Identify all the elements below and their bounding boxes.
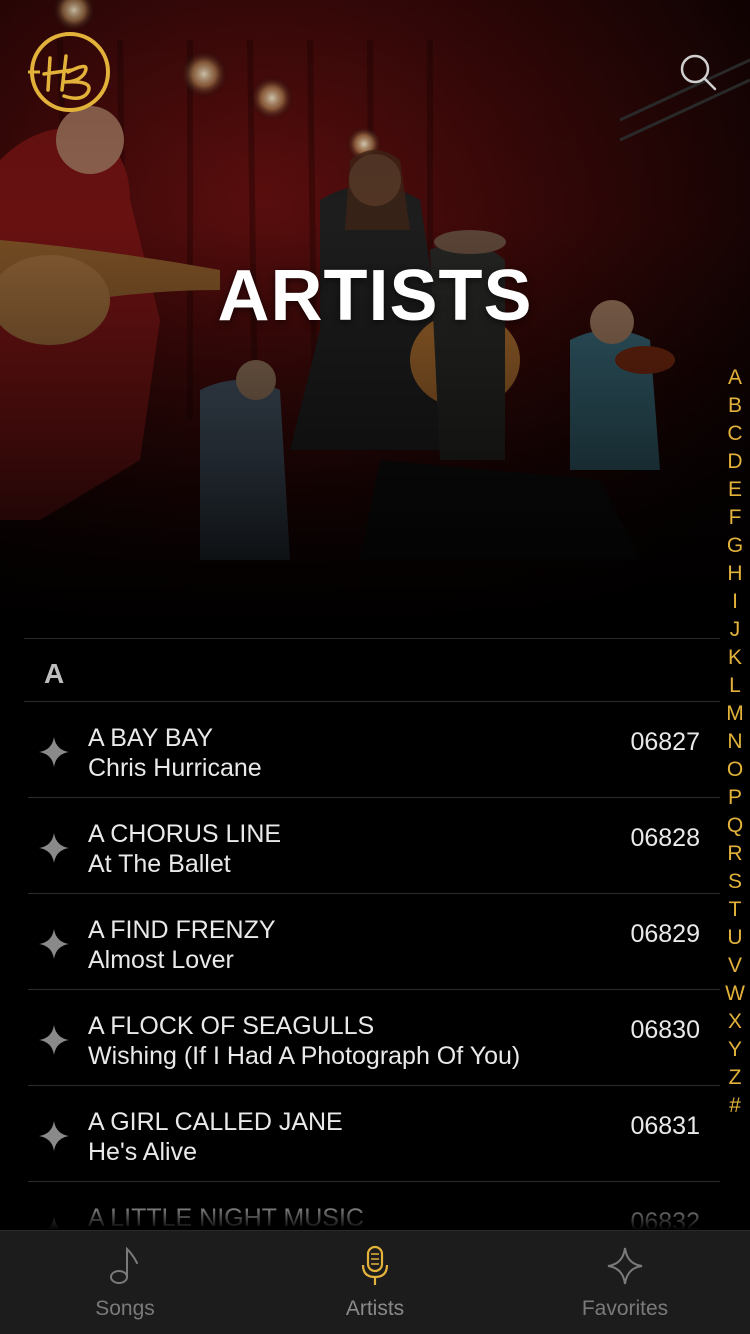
- favorite-star-icon[interactable]: [38, 1024, 70, 1056]
- list-item[interactable]: A CHORUS LINE At The Ballet 06828: [28, 798, 720, 894]
- section-letter: A: [44, 658, 65, 689]
- artist-name: A LITTLE NIGHT MUSIC: [88, 1204, 364, 1230]
- favorite-star-icon[interactable]: [38, 928, 70, 960]
- index-letter[interactable]: T: [722, 896, 748, 924]
- artist-name: A BAY BAY: [88, 724, 214, 752]
- song-title: Chris Hurricane: [88, 754, 262, 782]
- artist-list[interactable]: A A BAY BAY Chris Hurricane 06827 A CHOR…: [0, 638, 750, 1230]
- index-letter[interactable]: C: [722, 420, 748, 448]
- section-header: A: [24, 638, 720, 702]
- app-logo[interactable]: [28, 30, 112, 114]
- favorite-star-icon[interactable]: [38, 1120, 70, 1152]
- tab-label: Favorites: [581, 1297, 669, 1320]
- index-letter[interactable]: G: [722, 532, 748, 560]
- index-letter[interactable]: U: [722, 924, 748, 952]
- microphone-icon: [361, 1245, 389, 1285]
- index-letter[interactable]: K: [722, 644, 748, 672]
- index-letter[interactable]: J: [722, 616, 748, 644]
- artist-name: A GIRL CALLED JANE: [88, 1108, 343, 1136]
- index-letter[interactable]: Q: [722, 812, 748, 840]
- index-letter[interactable]: H: [722, 560, 748, 588]
- index-letter[interactable]: V: [722, 952, 748, 980]
- song-number: 06831: [630, 1112, 700, 1140]
- artist-rows: A BAY BAY Chris Hurricane 06827 A CHORUS…: [0, 702, 750, 1230]
- index-letter[interactable]: Y: [722, 1036, 748, 1064]
- index-letter[interactable]: R: [722, 840, 748, 868]
- artist-name: A FIND FRENZY: [88, 916, 276, 944]
- index-letter[interactable]: #: [722, 1092, 748, 1120]
- index-letter[interactable]: N: [722, 728, 748, 756]
- index-letter[interactable]: L: [722, 672, 748, 700]
- list-item[interactable]: A GIRL CALLED JANE He's Alive 06831: [28, 1086, 720, 1182]
- search-icon[interactable]: [676, 50, 720, 94]
- music-note-icon: [110, 1246, 138, 1284]
- index-letter[interactable]: S: [722, 868, 748, 896]
- song-title: Almost Lover: [88, 946, 234, 974]
- page-title: ARTISTS: [217, 256, 533, 336]
- artist-name: A CHORUS LINE: [88, 820, 282, 848]
- index-letter[interactable]: M: [722, 700, 748, 728]
- index-letter[interactable]: O: [722, 756, 748, 784]
- index-letter[interactable]: P: [722, 784, 748, 812]
- favorite-star-icon[interactable]: [38, 736, 70, 768]
- favorite-star-icon[interactable]: [38, 832, 70, 864]
- index-letter[interactable]: B: [722, 392, 748, 420]
- index-letter[interactable]: F: [722, 504, 748, 532]
- index-letter[interactable]: Z: [722, 1064, 748, 1092]
- song-title: Wishing (If I Had A Photograph Of You): [88, 1042, 521, 1070]
- index-letter[interactable]: E: [722, 476, 748, 504]
- alphabet-index[interactable]: A B C D E F G H I J K L M N O P Q R S T …: [722, 364, 748, 1120]
- sparkle-star-icon: [607, 1247, 643, 1285]
- index-letter[interactable]: X: [722, 1008, 748, 1036]
- tab-favorites[interactable]: Favorites: [500, 1231, 750, 1334]
- index-letter[interactable]: D: [722, 448, 748, 476]
- tab-songs[interactable]: Songs: [0, 1231, 250, 1334]
- song-title: At The Ballet: [88, 850, 231, 878]
- tab-artists[interactable]: Artists: [250, 1231, 500, 1334]
- hero-banner: ARTISTS: [0, 0, 750, 640]
- favorite-star-icon[interactable]: [38, 1216, 70, 1230]
- list-item[interactable]: A FLOCK OF SEAGULLS Wishing (If I Had A …: [28, 990, 720, 1086]
- song-number: 06829: [630, 920, 700, 948]
- tab-label: Artists: [345, 1297, 405, 1320]
- list-item[interactable]: A FIND FRENZY Almost Lover 06829: [28, 894, 720, 990]
- song-number: 06830: [630, 1016, 700, 1044]
- index-letter[interactable]: I: [722, 588, 748, 616]
- list-item[interactable]: A BAY BAY Chris Hurricane 06827: [28, 702, 720, 798]
- song-title: He's Alive: [88, 1138, 197, 1166]
- song-number: 06828: [630, 824, 700, 852]
- song-number: 06827: [630, 728, 700, 756]
- index-letter[interactable]: A: [722, 364, 748, 392]
- index-letter[interactable]: W: [722, 980, 748, 1008]
- song-number: 06832: [630, 1208, 700, 1230]
- tab-bar: Songs Artists Favorites: [0, 1230, 750, 1334]
- list-item[interactable]: A LITTLE NIGHT MUSIC 06832: [28, 1182, 720, 1230]
- artist-name: A FLOCK OF SEAGULLS: [88, 1012, 375, 1040]
- tab-label: Songs: [95, 1297, 155, 1320]
